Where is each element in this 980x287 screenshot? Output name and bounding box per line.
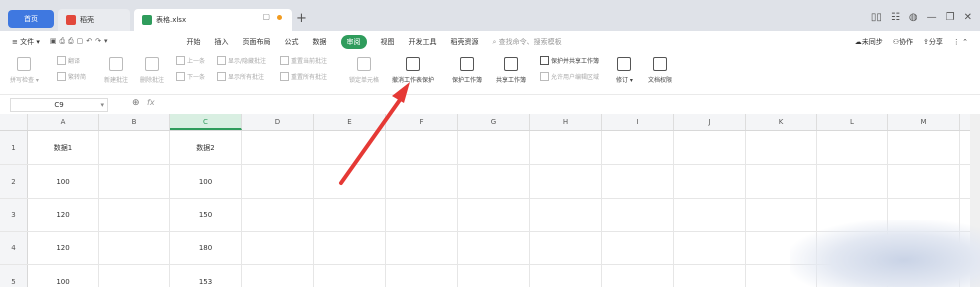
arrow-shaft <box>339 95 404 185</box>
arrow-head-icon <box>392 82 410 103</box>
annotation-arrow <box>339 82 410 185</box>
